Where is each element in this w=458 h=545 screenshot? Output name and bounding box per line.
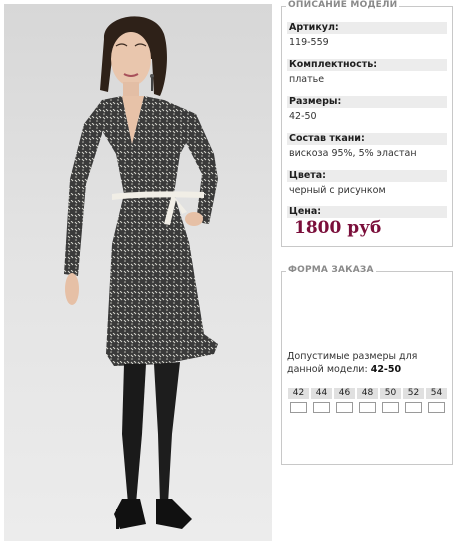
colors-label: Цвета: [287,170,447,182]
size-column-52: 52 [403,388,424,413]
colors-value: черный с рисунком [289,185,386,196]
size-label: 54 [426,388,447,399]
article-label: Артикул: [287,22,447,34]
size-quantity-input-44[interactable] [313,402,330,413]
product-photo [4,4,272,541]
price-label: Цена: [287,206,447,218]
size-column-42: 42 [288,388,309,413]
size-quantity-input-54[interactable] [428,402,445,413]
set-label: Комплектность: [287,59,447,71]
fabric-value: вискоза 95%, 5% эластан [289,148,417,159]
fabric-label: Состав ткани: [287,133,447,145]
size-label: 46 [334,388,355,399]
size-label: 52 [403,388,424,399]
size-label: 48 [357,388,378,399]
sizes-label: Размеры: [287,96,447,108]
size-quantity-input-50[interactable] [382,402,399,413]
sizes-value: 42-50 [289,111,317,122]
size-quantity-input-42[interactable] [290,402,307,413]
size-quantity-input-48[interactable] [359,402,376,413]
description-legend: ОПИСАНИЕ МОДЕЛИ [286,0,400,10]
size-label: 42 [288,388,309,399]
size-column-54: 54 [426,388,447,413]
price-value: 1800 руб [294,218,382,238]
size-label: 50 [380,388,401,399]
article-value: 119-559 [289,37,329,48]
size-column-48: 48 [357,388,378,413]
size-column-44: 44 [311,388,332,413]
size-quantity-input-52[interactable] [405,402,422,413]
size-quantity-input-46[interactable] [336,402,353,413]
dress-model-illustration [64,16,218,529]
description-panel: ОПИСАНИЕ МОДЕЛИ Артикул: 119-559 Комплек… [281,0,453,247]
size-column-46: 46 [334,388,355,413]
size-label: 44 [311,388,332,399]
order-legend: ФОРМА ЗАКАЗА [286,265,376,275]
size-column-50: 50 [380,388,401,413]
set-value: платье [289,74,325,85]
size-selector: 42 44 46 48 50 52 54 [288,388,447,413]
order-form-panel: ФОРМА ЗАКАЗА Допустимые размеры для данн… [281,265,453,465]
allowed-sizes-text: Допустимые размеры для данной модели: 42… [287,350,447,376]
allowed-sizes-range: 42-50 [370,364,402,375]
